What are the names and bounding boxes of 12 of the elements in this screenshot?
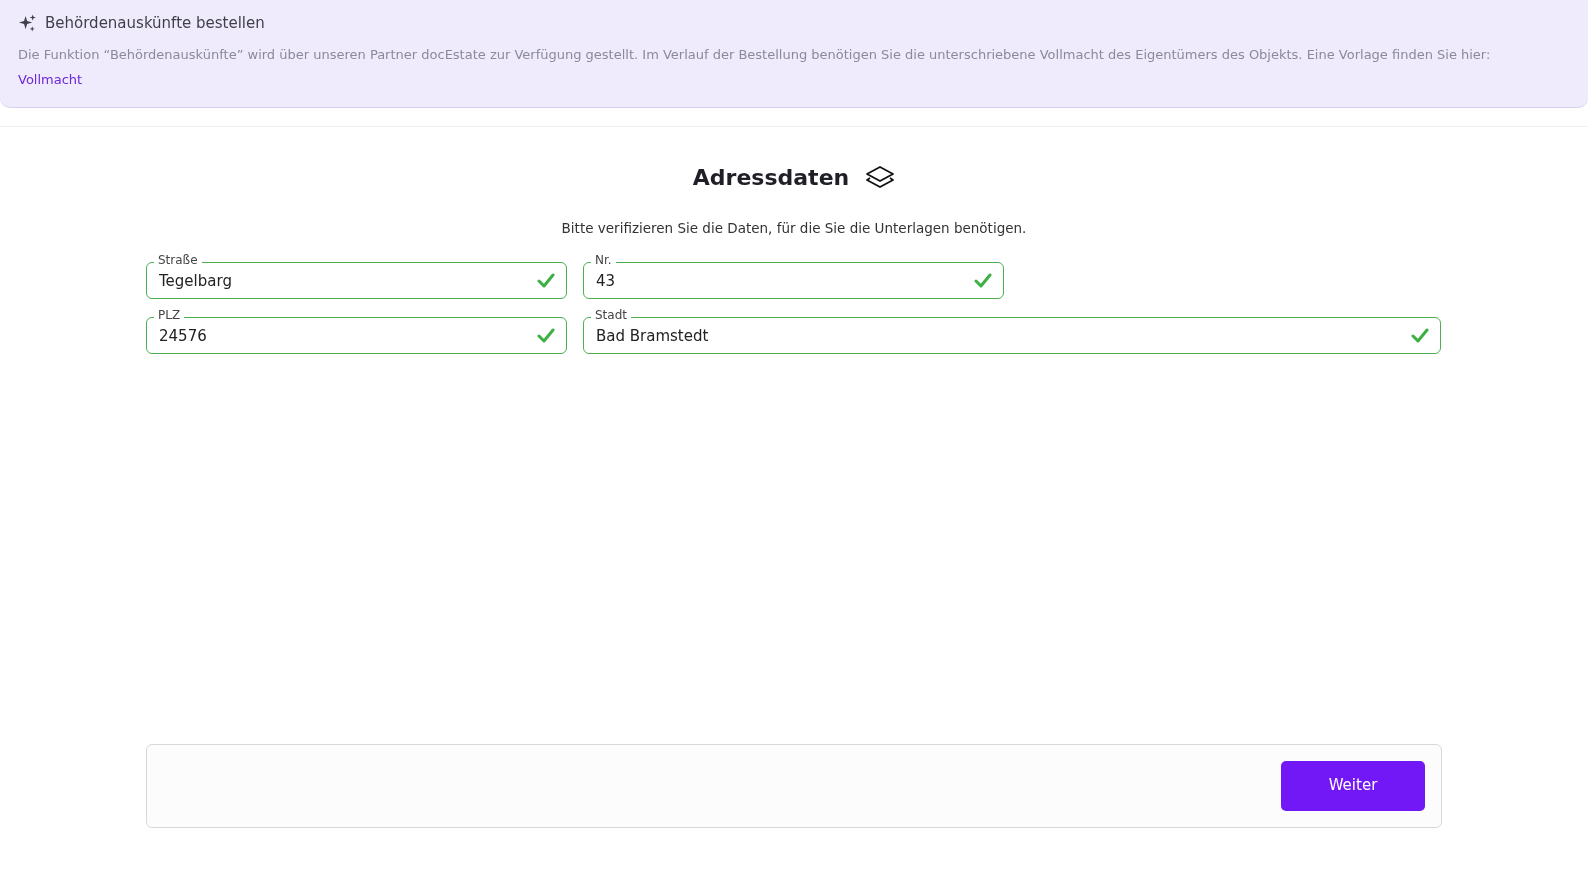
banner-title: Behördenauskünfte bestellen bbox=[45, 13, 265, 34]
next-button[interactable]: Weiter bbox=[1281, 760, 1425, 811]
check-icon bbox=[974, 272, 992, 288]
check-icon bbox=[537, 327, 555, 343]
layers-icon bbox=[865, 165, 896, 189]
banner-text: Die Funktion “Behördenauskünfte” wird über unseren Partner docEstate zur Verfügung gestellt. Im Verlauf der Bestellung benötigen Sie die unterschriebene Vollmacht des Eigentümers des Objekts. Eine Vorlage finden Sie hier: bbox=[18, 45, 1492, 64]
sparkle-icon bbox=[18, 13, 37, 33]
form-subtitle: Bitte verifizieren Sie die Daten, für die Sie die Unterlagen benötigen. bbox=[561, 218, 1027, 238]
form-title: Adressdaten bbox=[692, 163, 850, 192]
document-link[interactable]: Vollmacht bbox=[18, 71, 83, 87]
check-icon bbox=[1411, 327, 1429, 343]
check-icon bbox=[537, 272, 555, 288]
